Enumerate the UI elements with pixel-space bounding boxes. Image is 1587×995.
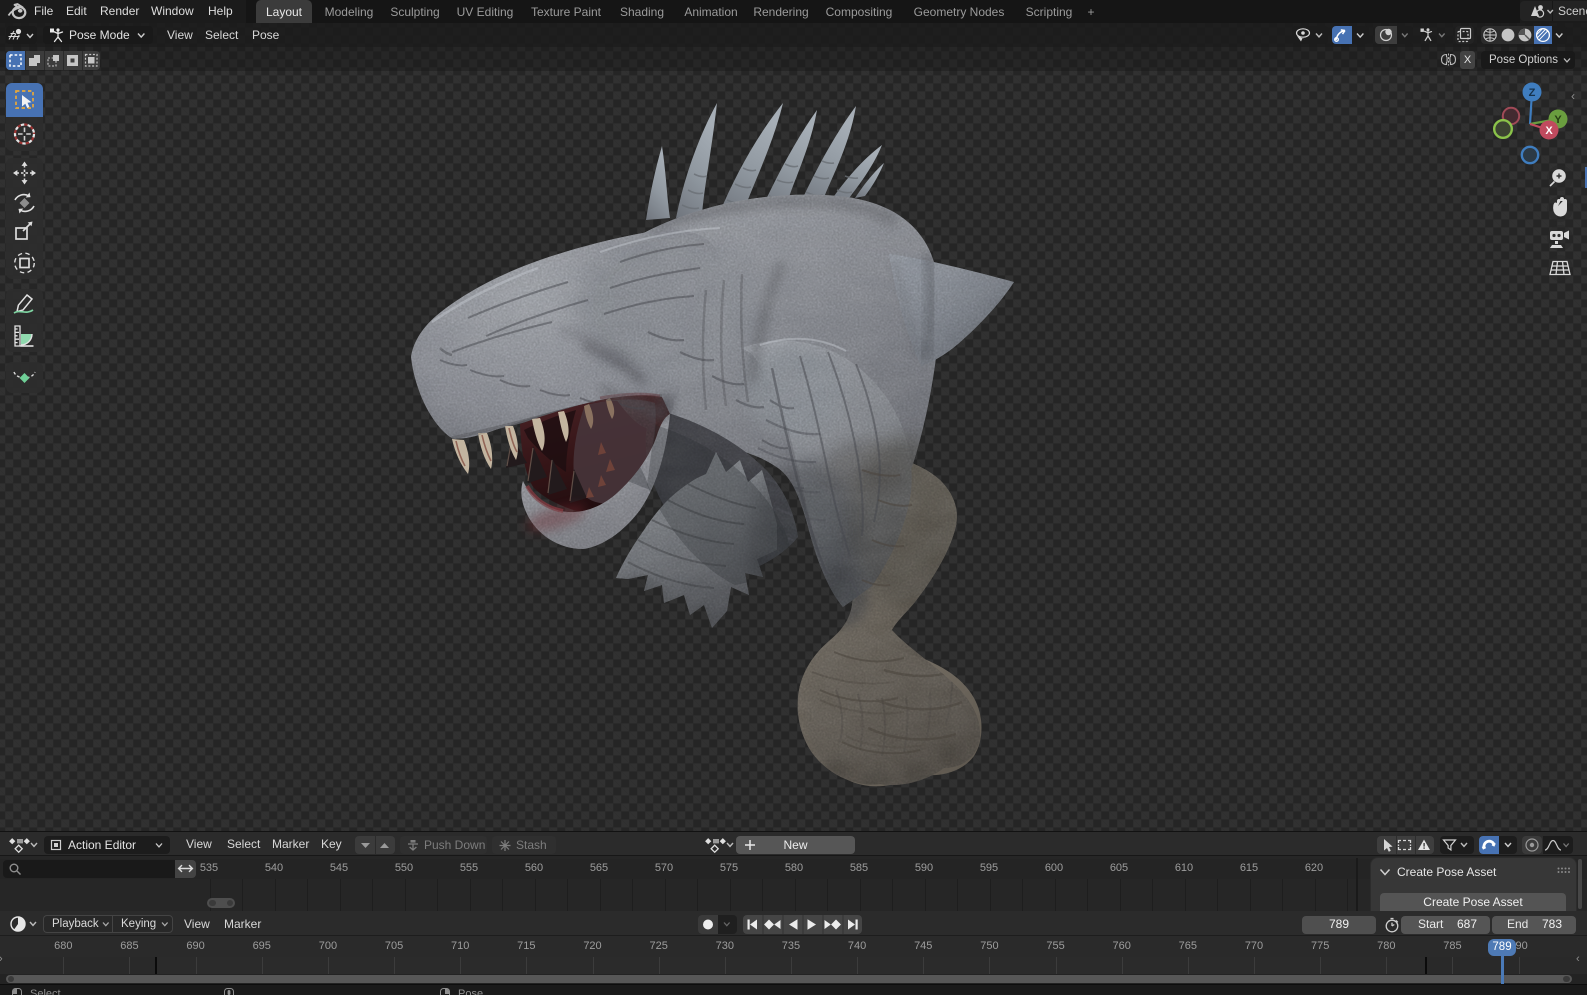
svg-text:X: X xyxy=(1545,125,1553,137)
svg-text:Z: Z xyxy=(1529,87,1536,99)
